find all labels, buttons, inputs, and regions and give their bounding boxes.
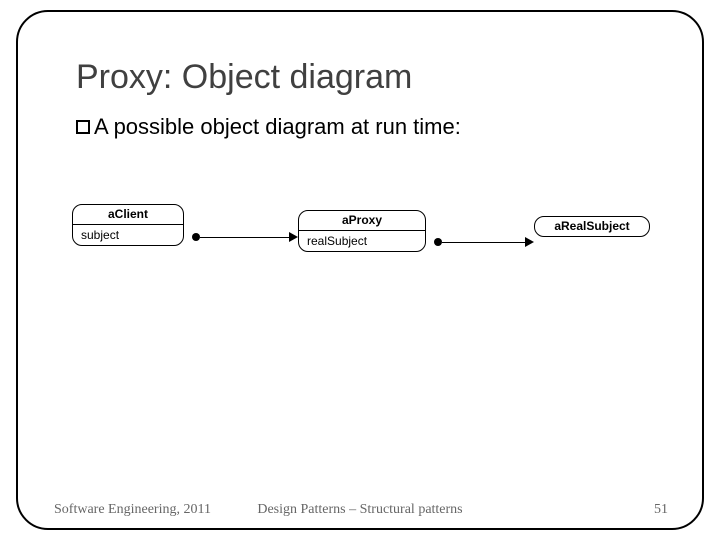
slide-title: Proxy: Object diagram	[76, 58, 412, 97]
footer-page: 51	[654, 502, 668, 518]
bullet-box-icon	[76, 120, 90, 134]
bullet-text: A possible object diagram at run time:	[94, 114, 461, 140]
object-client-attr: subject	[73, 224, 183, 245]
object-proxy-name: aProxy	[299, 211, 425, 230]
object-client: aClient subject	[72, 204, 184, 246]
object-real-subject-name: aRealSubject	[535, 217, 649, 236]
link-line	[442, 242, 526, 243]
object-proxy-attr: realSubject	[299, 230, 425, 251]
bullet-item: A possible object diagram at run time:	[76, 114, 461, 140]
arrowhead-icon	[525, 237, 534, 247]
object-client-name: aClient	[73, 205, 183, 224]
arrowhead-icon	[289, 232, 298, 242]
footer-center: Design Patterns – Structural patterns	[0, 502, 720, 518]
link-line	[200, 237, 290, 238]
link-dot-icon	[192, 233, 200, 241]
object-proxy: aProxy realSubject	[298, 210, 426, 252]
object-diagram: aClient subject aProxy realSubject aReal…	[72, 200, 652, 270]
link-dot-icon	[434, 238, 442, 246]
object-real-subject: aRealSubject	[534, 216, 650, 237]
